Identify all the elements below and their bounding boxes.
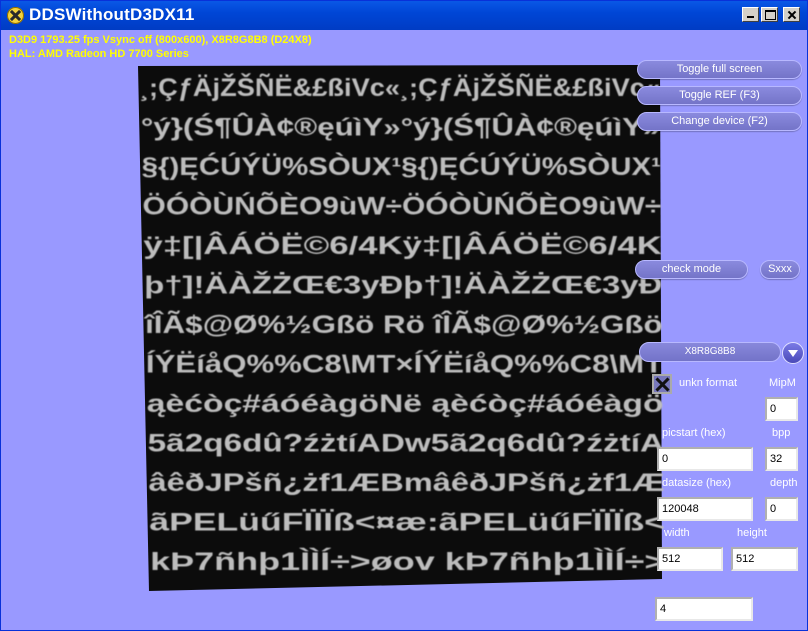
maximize-button[interactable] bbox=[761, 7, 778, 22]
datasize-label: datasize (hex) bbox=[662, 477, 732, 489]
format-dropdown[interactable]: X8R8G8B8 bbox=[639, 342, 781, 362]
texture-row: ãPELüűFÏÏÏß<¤æ:ãPELüűFÏÏÏß< bbox=[149, 509, 665, 537]
picstart-field[interactable]: 0 bbox=[657, 447, 753, 471]
toggle-full-screen-button[interactable]: Toggle full screen bbox=[637, 60, 802, 79]
height-field[interactable]: 512 bbox=[731, 547, 798, 571]
datasize-field[interactable]: 120048 bbox=[657, 497, 753, 521]
unkn-format-label: unkn format bbox=[679, 377, 738, 389]
width-label: width bbox=[664, 527, 690, 539]
window-title: DDSWithoutD3DX11 bbox=[29, 5, 195, 24]
texture-row: âêðJPšñ¿żf1ÆBmâêðJPšñ¿żf1Æ bbox=[149, 469, 665, 497]
width-field[interactable]: 512 bbox=[657, 547, 723, 571]
dropdown-arrow-icon[interactable] bbox=[782, 342, 804, 364]
title-bar[interactable]: DDSWithoutD3DX11 bbox=[1, 1, 807, 30]
app-window: DDSWithoutD3DX11 ¸;ÇƒÄjŽŠÑË&£ßiVc«¸;ÇƒÄj… bbox=[0, 0, 808, 631]
texture-row: §{)ĘĆÚÝÜ%SÒUX¹§{)ĘĆÚÝÜ%SÒUX¹ bbox=[142, 151, 661, 181]
check-mode-button[interactable]: check mode bbox=[635, 260, 748, 279]
texture-row: ÖÓÒÙŃÕÈO9ùW÷ÖÓÒÙŃÕÈO9ùW÷ bbox=[143, 191, 662, 221]
close-button[interactable] bbox=[783, 7, 800, 22]
texture-row: °ý}(Ś¶ÛÀ¢®ęúìY»°ý}(Ś¶ÛÀ¢®ęúìY» bbox=[141, 112, 661, 142]
depth-label: depth bbox=[770, 477, 798, 489]
bpp-label: bpp bbox=[772, 427, 791, 439]
depth-field[interactable]: 0 bbox=[765, 497, 798, 521]
change-device-button[interactable]: Change device (F2) bbox=[637, 112, 802, 131]
extra-field[interactable]: 4 bbox=[655, 597, 753, 621]
texture-row: îÎÃ$@Ø%½Gßö Rö îÎÃ$@Ø%½Gßö bbox=[143, 309, 663, 339]
texture-row: ÍÝËíåQ%%C8\MT×ÍÝËíåQ%%C8\MT bbox=[146, 349, 663, 379]
mipm-field[interactable]: 0 bbox=[765, 397, 798, 421]
toggle-ref-button[interactable]: Toggle REF (F3) bbox=[637, 86, 802, 105]
minimize-button[interactable] bbox=[742, 7, 759, 22]
texture-row: ¸;ÇƒÄjŽŠÑË&£ßiVc«¸;ÇƒÄjŽŠÑË&£ßiVc« bbox=[140, 72, 660, 102]
client-area: ¸;ÇƒÄjŽŠÑË&£ßiVc«¸;ÇƒÄjŽŠÑË&£ßiVc« °ý}(Ś¶… bbox=[1, 30, 807, 630]
picstart-label: picstart (hex) bbox=[662, 427, 726, 439]
texture-row: ÿ‡[|ÂÁÖË©6/4Kÿ‡[|ÂÁÖË©6/4K bbox=[143, 230, 661, 260]
texture-row: þ†]!ÄÀŽŻŒ€3yĐþ†]!ÄÀŽŻŒ€3yĐ bbox=[144, 270, 662, 300]
sxxx-button[interactable]: Sxxx bbox=[760, 260, 800, 279]
bpp-field[interactable]: 32 bbox=[765, 447, 798, 471]
stats-line-2: HAL: AMD Radeon HD 7700 Series bbox=[9, 48, 189, 60]
unkn-format-checkbox[interactable] bbox=[652, 374, 672, 394]
stats-line-1: D3D9 1793.25 fps Vsync off (800x600), X8… bbox=[9, 34, 312, 46]
texture-row: 5ã2q6dû?źżtíADw5ã2q6dû?źżtíA bbox=[148, 430, 664, 458]
height-label: height bbox=[737, 527, 767, 539]
texture-row: ąèćòç#áóéàgöNë ąèćòç#áóéàgö bbox=[147, 390, 664, 418]
texture-row: kÞ7ñhþ1ÌÌÍ÷>øov kÞ7ñhþ1ÌÌÍ÷> bbox=[150, 547, 665, 576]
mipm-label: MipM bbox=[769, 377, 796, 389]
app-icon[interactable] bbox=[7, 7, 24, 24]
